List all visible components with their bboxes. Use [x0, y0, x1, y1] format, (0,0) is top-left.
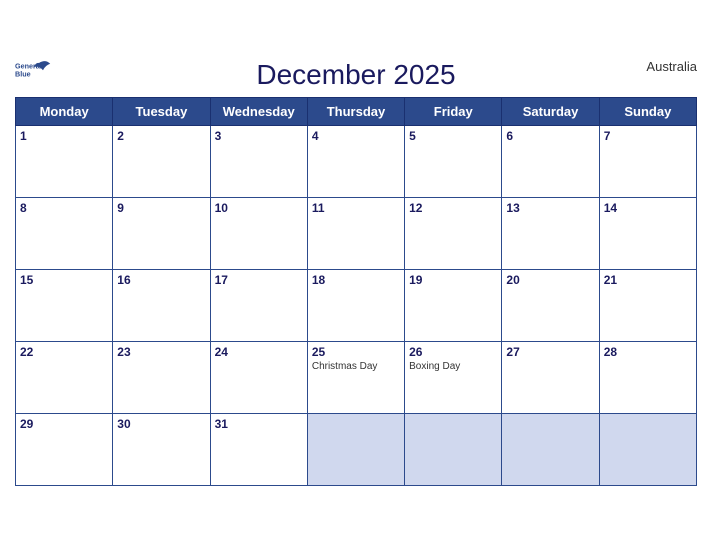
day-number: 24	[215, 345, 303, 359]
day-number: 30	[117, 417, 205, 431]
header-sunday: Sunday	[599, 98, 696, 126]
calendar-day-cell: 15	[16, 270, 113, 342]
calendar-day-cell: 11	[307, 198, 404, 270]
calendar-week-row: 22 23 24 25 Christmas Day 26 Boxing Day 27 28	[16, 342, 697, 414]
calendar-day-cell	[599, 414, 696, 486]
day-number: 13	[506, 201, 594, 215]
calendar-day-cell: 30	[113, 414, 210, 486]
header-saturday: Saturday	[502, 98, 599, 126]
calendar-day-cell: 14	[599, 198, 696, 270]
day-number: 28	[604, 345, 692, 359]
weekday-header-row: Monday Tuesday Wednesday Thursday Friday…	[16, 98, 697, 126]
logo-icon: General Blue	[15, 59, 55, 87]
calendar-day-cell	[307, 414, 404, 486]
calendar-day-cell: 2	[113, 126, 210, 198]
calendar-header: General Blue December 2025 Australia	[15, 59, 697, 91]
day-number: 3	[215, 129, 303, 143]
calendar-day-cell	[502, 414, 599, 486]
calendar-day-cell: 27	[502, 342, 599, 414]
calendar-day-cell: 3	[210, 126, 307, 198]
calendar-week-row: 1234567	[16, 126, 697, 198]
calendar-day-cell: 9	[113, 198, 210, 270]
day-number: 31	[215, 417, 303, 431]
calendar-day-cell: 19	[405, 270, 502, 342]
day-number: 1	[20, 129, 108, 143]
calendar-day-cell: 10	[210, 198, 307, 270]
day-number: 2	[117, 129, 205, 143]
header-monday: Monday	[16, 98, 113, 126]
calendar-week-row: 29 30 31	[16, 414, 697, 486]
day-number: 16	[117, 273, 205, 287]
calendar-day-cell: 1	[16, 126, 113, 198]
day-number: 26	[409, 345, 497, 359]
calendar-day-cell: 21	[599, 270, 696, 342]
day-number: 14	[604, 201, 692, 215]
calendar-week-row: 15 16 17 18 19 20 21	[16, 270, 697, 342]
logo-area: General Blue	[15, 59, 55, 87]
calendar-day-cell: 31	[210, 414, 307, 486]
day-number: 7	[604, 129, 692, 143]
day-number: 4	[312, 129, 400, 143]
calendar-day-cell: 29	[16, 414, 113, 486]
calendar-day-cell: 18	[307, 270, 404, 342]
day-number: 25	[312, 345, 400, 359]
country-label: Australia	[646, 59, 697, 74]
day-number: 18	[312, 273, 400, 287]
calendar-week-row: 89 10 11 12 13 14	[16, 198, 697, 270]
month-title: December 2025	[256, 59, 455, 91]
calendar-day-cell: 28	[599, 342, 696, 414]
header-wednesday: Wednesday	[210, 98, 307, 126]
calendar-day-cell: 12	[405, 198, 502, 270]
holiday-label: Boxing Day	[409, 361, 497, 372]
header-thursday: Thursday	[307, 98, 404, 126]
day-number: 6	[506, 129, 594, 143]
day-number: 20	[506, 273, 594, 287]
day-number: 5	[409, 129, 497, 143]
calendar-day-cell: 17	[210, 270, 307, 342]
calendar-day-cell: 25 Christmas Day	[307, 342, 404, 414]
svg-text:Blue: Blue	[15, 70, 31, 79]
calendar-day-cell: 24	[210, 342, 307, 414]
day-number: 21	[604, 273, 692, 287]
calendar-day-cell: 22	[16, 342, 113, 414]
day-number: 11	[312, 201, 400, 215]
calendar-day-cell: 7	[599, 126, 696, 198]
day-number: 10	[215, 201, 303, 215]
calendar-day-cell	[405, 414, 502, 486]
day-number: 15	[20, 273, 108, 287]
holiday-label: Christmas Day	[312, 361, 400, 372]
header-friday: Friday	[405, 98, 502, 126]
calendar-day-cell: 16	[113, 270, 210, 342]
calendar-day-cell: 23	[113, 342, 210, 414]
calendar-container: General Blue December 2025 Australia Mon…	[0, 49, 712, 501]
calendar-day-cell: 6	[502, 126, 599, 198]
day-number: 27	[506, 345, 594, 359]
day-number: 9	[117, 201, 205, 215]
day-number: 8	[20, 201, 108, 215]
calendar-day-cell: 26 Boxing Day	[405, 342, 502, 414]
day-number: 17	[215, 273, 303, 287]
calendar-day-cell: 8	[16, 198, 113, 270]
calendar-day-cell: 13	[502, 198, 599, 270]
calendar-day-cell: 4	[307, 126, 404, 198]
calendar-day-cell: 20	[502, 270, 599, 342]
day-number: 29	[20, 417, 108, 431]
header-tuesday: Tuesday	[113, 98, 210, 126]
day-number: 19	[409, 273, 497, 287]
day-number: 22	[20, 345, 108, 359]
calendar-day-cell: 5	[405, 126, 502, 198]
day-number: 23	[117, 345, 205, 359]
day-number: 12	[409, 201, 497, 215]
calendar-table: Monday Tuesday Wednesday Thursday Friday…	[15, 97, 697, 486]
